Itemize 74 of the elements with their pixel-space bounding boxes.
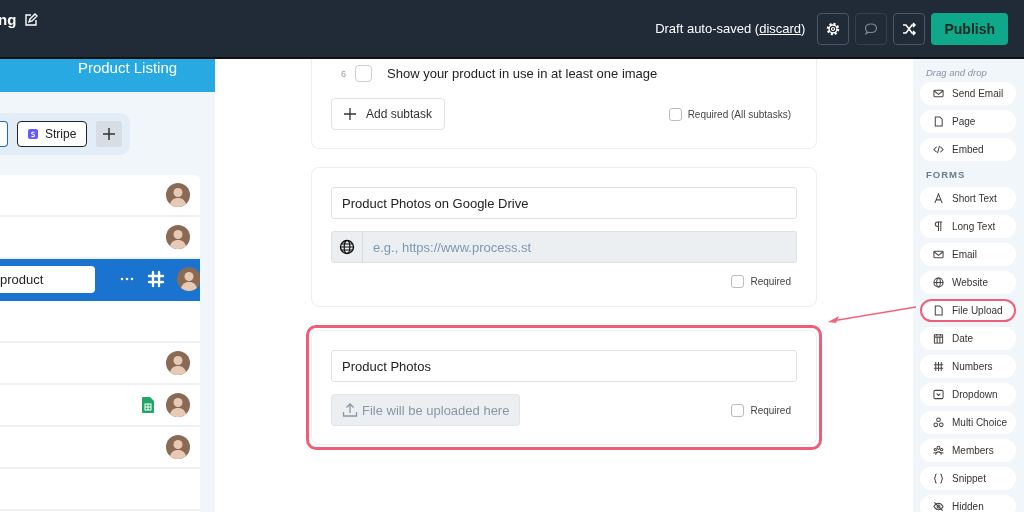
shuffle-button[interactable] — [893, 12, 926, 45]
avatar-icon — [166, 435, 190, 459]
drag-hint: Drag and drop — [926, 67, 988, 78]
plus-icon — [344, 108, 356, 120]
document-icon — [933, 305, 944, 316]
widget-item[interactable]: Send Email — [920, 82, 1016, 105]
code-icon — [933, 144, 944, 155]
required-label: Required — [750, 276, 791, 287]
edit-icon[interactable] — [24, 12, 39, 27]
url-field[interactable]: e.g., https://www.process.st — [362, 231, 797, 263]
eye-slash-icon — [933, 501, 944, 512]
shuffle-icon — [901, 20, 918, 37]
autosave-status: Draft auto-saved (discard) — [655, 21, 806, 36]
globe-icon — [339, 239, 355, 255]
publish-button[interactable]: Publish — [931, 12, 1008, 45]
plus-icon — [102, 126, 117, 141]
widget-item[interactable]: Multi Choice — [920, 411, 1016, 434]
required-label: Required — [750, 404, 791, 416]
avatar-icon — [166, 225, 190, 249]
dropdown-icon — [933, 389, 944, 400]
widget-item[interactable]: Members — [920, 439, 1016, 462]
spreadsheet-icon — [142, 397, 154, 413]
globe-icon — [933, 277, 944, 288]
avatar-icon — [166, 183, 190, 207]
comments-button[interactable] — [855, 12, 888, 45]
subtask-checkbox[interactable] — [355, 65, 372, 82]
document-icon — [933, 116, 944, 127]
field-title-input[interactable]: Product Photos — [331, 350, 797, 382]
widget-item[interactable]: Embed — [920, 138, 1016, 161]
avatar-icon — [166, 351, 190, 375]
widget-item[interactable]: Date — [920, 327, 1016, 350]
checklist-title: Product Listing — [77, 59, 178, 76]
circles-icon — [933, 417, 944, 428]
envelope-icon — [933, 249, 944, 260]
avatar-icon — [166, 393, 190, 417]
discard-link[interactable]: discard — [759, 21, 802, 36]
field-title-input[interactable]: Product Photos on Google Drive — [331, 187, 797, 219]
widget-item[interactable]: Snippet — [920, 467, 1016, 490]
paragraph-icon — [933, 221, 944, 232]
envelope-icon — [933, 88, 944, 99]
add-integration-button[interactable] — [96, 120, 123, 147]
hash-grid-icon — [147, 270, 165, 288]
avatar-icon — [177, 267, 200, 291]
required-label: Required (All subtasks) — [687, 108, 791, 120]
widget-item[interactable]: Dropdown — [920, 383, 1016, 406]
people-icon — [933, 445, 944, 456]
subtask-text: Show your product in use in at least one image — [387, 66, 658, 81]
subtask-number: 6 — [341, 68, 346, 79]
number-icon — [933, 361, 944, 372]
upload-icon — [342, 402, 358, 418]
widget-item[interactable]: Numbers — [920, 355, 1016, 378]
task-row[interactable]: product — [0, 259, 200, 301]
widget-item[interactable]: Page — [920, 110, 1016, 133]
braces-icon — [933, 473, 944, 484]
widget-item[interactable]: Website — [920, 271, 1016, 294]
stripe-icon — [28, 128, 38, 139]
speech-bubble-icon — [863, 20, 880, 37]
add-subtask-button[interactable]: Add subtask — [331, 98, 446, 130]
widget-item[interactable]: File Upload — [920, 299, 1016, 322]
required-checkbox[interactable] — [731, 403, 745, 417]
widget-item[interactable]: Short Text — [920, 187, 1016, 210]
letter-icon — [933, 193, 944, 204]
settings-icon — [825, 20, 842, 37]
widget-item[interactable]: Email — [920, 243, 1016, 266]
task-name-field[interactable]: product — [0, 265, 95, 293]
calendar-icon — [933, 333, 944, 344]
required-checkbox[interactable] — [668, 107, 682, 121]
required-checkbox[interactable] — [731, 275, 745, 288]
widget-item[interactable]: Hidden — [920, 495, 1016, 512]
widget-item[interactable]: Long Text — [920, 215, 1016, 238]
settings-button[interactable] — [817, 12, 850, 45]
integration-button[interactable]: Stripe — [17, 120, 88, 147]
integration-button[interactable] — [0, 120, 8, 147]
section-heading: FORMS — [926, 169, 967, 180]
